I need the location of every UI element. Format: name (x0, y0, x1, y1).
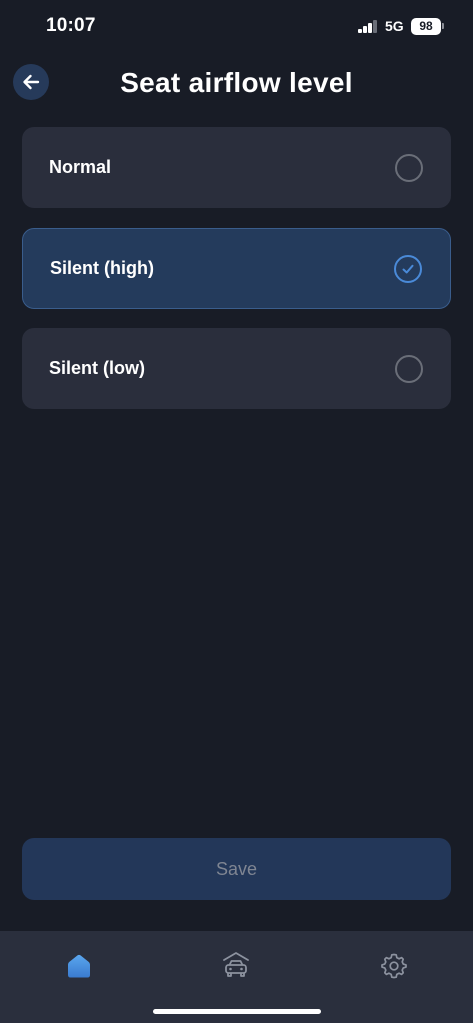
radio-checked-icon[interactable] (394, 254, 422, 283)
status-time: 10:07 (46, 15, 96, 36)
home-icon (68, 954, 90, 978)
page-title: Seat airflow level (120, 67, 353, 98)
battery-icon: 98 (411, 18, 441, 35)
cellular-signal-icon (358, 20, 378, 33)
option-silent-low[interactable]: Silent (low) (22, 328, 451, 409)
option-label: Silent (high) (50, 258, 154, 278)
radio-unchecked-icon[interactable] (395, 153, 423, 182)
screen: 10:07 5G 98 Seat airflow level Normal Si… (0, 0, 473, 1023)
status-bar: 10:07 5G 98 (0, 0, 473, 54)
arrow-left-icon (23, 74, 40, 90)
save-button[interactable]: Save (22, 838, 451, 900)
network-type: 5G (385, 18, 404, 34)
tab-vehicle[interactable] (211, 941, 261, 991)
home-indicator[interactable] (153, 1009, 321, 1014)
tab-home[interactable] (54, 941, 104, 991)
option-label: Silent (low) (49, 358, 145, 378)
car-garage-icon (223, 952, 249, 977)
battery-tip (442, 23, 444, 29)
settings-gear-icon (381, 953, 407, 979)
option-silent-high[interactable]: Silent (high) (22, 228, 451, 309)
back-button[interactable] (13, 64, 49, 100)
radio-unchecked-icon[interactable] (395, 354, 423, 383)
tab-settings[interactable] (369, 941, 419, 991)
option-label: Normal (49, 157, 112, 177)
checkmark-icon (402, 264, 414, 273)
save-label: Save (215, 858, 258, 879)
option-normal[interactable]: Normal (22, 127, 451, 208)
